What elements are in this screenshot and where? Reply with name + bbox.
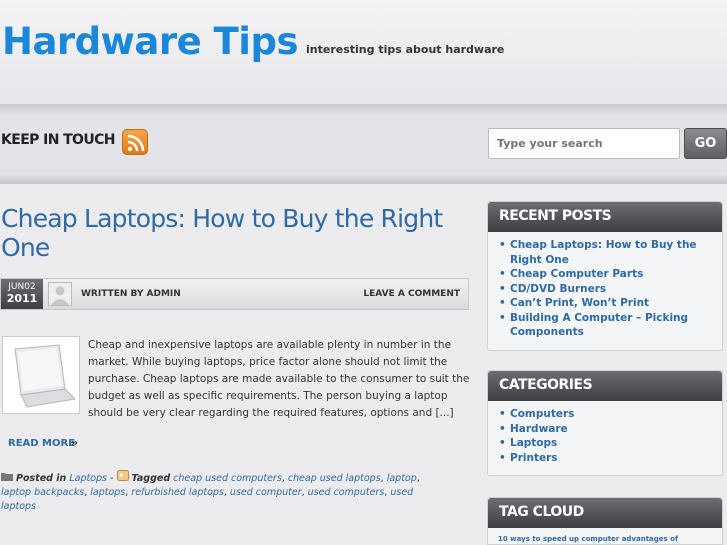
read-more-arrow: » xyxy=(71,436,79,449)
tag-link[interactable]: cheap used computers xyxy=(173,473,282,484)
laptop-image[interactable] xyxy=(2,336,80,414)
post-excerpt: Cheap and inexpensive laptops are availa… xyxy=(88,339,470,419)
recent-posts-list: Cheap Laptops: How to Buy the Right One … xyxy=(488,232,722,348)
folder-icon xyxy=(1,473,13,484)
tag-link[interactable]: laptop xyxy=(387,473,417,484)
keep-in-touch-label: KEEP IN TOUCH xyxy=(1,132,116,148)
site-header: Hardware Tips interesting tips about har… xyxy=(0,0,727,104)
post-footer: Posted in Laptops - Tagged cheap used co… xyxy=(1,470,431,514)
tag-icon xyxy=(116,470,129,484)
post-category-link[interactable]: Laptops xyxy=(69,473,107,484)
site-title[interactable]: Hardware Tips xyxy=(2,20,298,63)
category-item[interactable]: Laptops xyxy=(498,436,714,451)
posted-in-label: Posted in xyxy=(16,473,67,484)
recent-post-item[interactable]: CD/DVD Burners xyxy=(498,282,714,297)
tag-link[interactable]: laptops xyxy=(90,487,125,498)
tag-link[interactable]: used computer xyxy=(230,487,302,498)
recent-post-item[interactable]: Cheap Computer Parts xyxy=(498,267,714,282)
category-item[interactable]: Computers xyxy=(498,407,714,422)
recent-posts-title: RECENT POSTS xyxy=(488,202,722,232)
post-date-year: 2011 xyxy=(6,292,38,305)
tag-link[interactable]: refurbished laptops xyxy=(131,487,224,498)
tag-link[interactable]: used computers xyxy=(308,487,385,498)
site-tagline: interesting tips about hardware xyxy=(306,43,505,56)
post-meta-bar: JUN02 2011 WRITTEN BY ADMIN LEAVE A COMM… xyxy=(0,278,469,310)
tag-link[interactable]: laptop backpacks xyxy=(1,487,84,498)
recent-post-item[interactable]: Can’t Print, Won’t Print xyxy=(498,296,714,311)
post-author[interactable]: WRITTEN BY ADMIN xyxy=(81,289,181,299)
post-title[interactable]: Cheap Laptops: How to Buy the Right One xyxy=(1,204,471,262)
category-item[interactable]: Printers xyxy=(498,451,714,466)
tag-cloud-title: TAG CLOUD xyxy=(488,498,722,528)
leave-comment-link[interactable]: LEAVE A COMMENT xyxy=(363,289,460,299)
category-item[interactable]: Hardware xyxy=(498,422,714,437)
tag-cloud-text[interactable]: 10 ways to speed up computer advantages … xyxy=(488,528,722,545)
tagged-label: Tagged xyxy=(131,473,171,484)
tag-link[interactable]: cheap used laptops xyxy=(288,473,381,484)
search-go-button[interactable]: GO xyxy=(684,128,727,159)
post-footer-separator: - xyxy=(110,473,114,484)
recent-post-item[interactable]: Cheap Laptops: How to Buy the Right One xyxy=(498,238,714,267)
categories-widget: CATEGORIES Computers Hardware Laptops Pr… xyxy=(487,370,723,476)
tag-cloud-widget: TAG CLOUD 10 ways to speed up computer a… xyxy=(487,497,723,545)
categories-title: CATEGORIES xyxy=(488,371,722,401)
post-date-badge: JUN02 2011 xyxy=(1,279,43,309)
search-input[interactable] xyxy=(488,128,680,159)
read-more-link[interactable]: READ MORE xyxy=(8,438,75,449)
recent-posts-widget: RECENT POSTS Cheap Laptops: How to Buy t… xyxy=(487,201,723,351)
recent-post-item[interactable]: Building A Computer – Picking Components xyxy=(498,311,714,340)
categories-list: Computers Hardware Laptops Printers xyxy=(488,401,722,473)
rss-icon[interactable] xyxy=(122,129,148,155)
post-date-month-day: JUN02 xyxy=(8,282,36,292)
avatar-icon xyxy=(48,282,72,306)
